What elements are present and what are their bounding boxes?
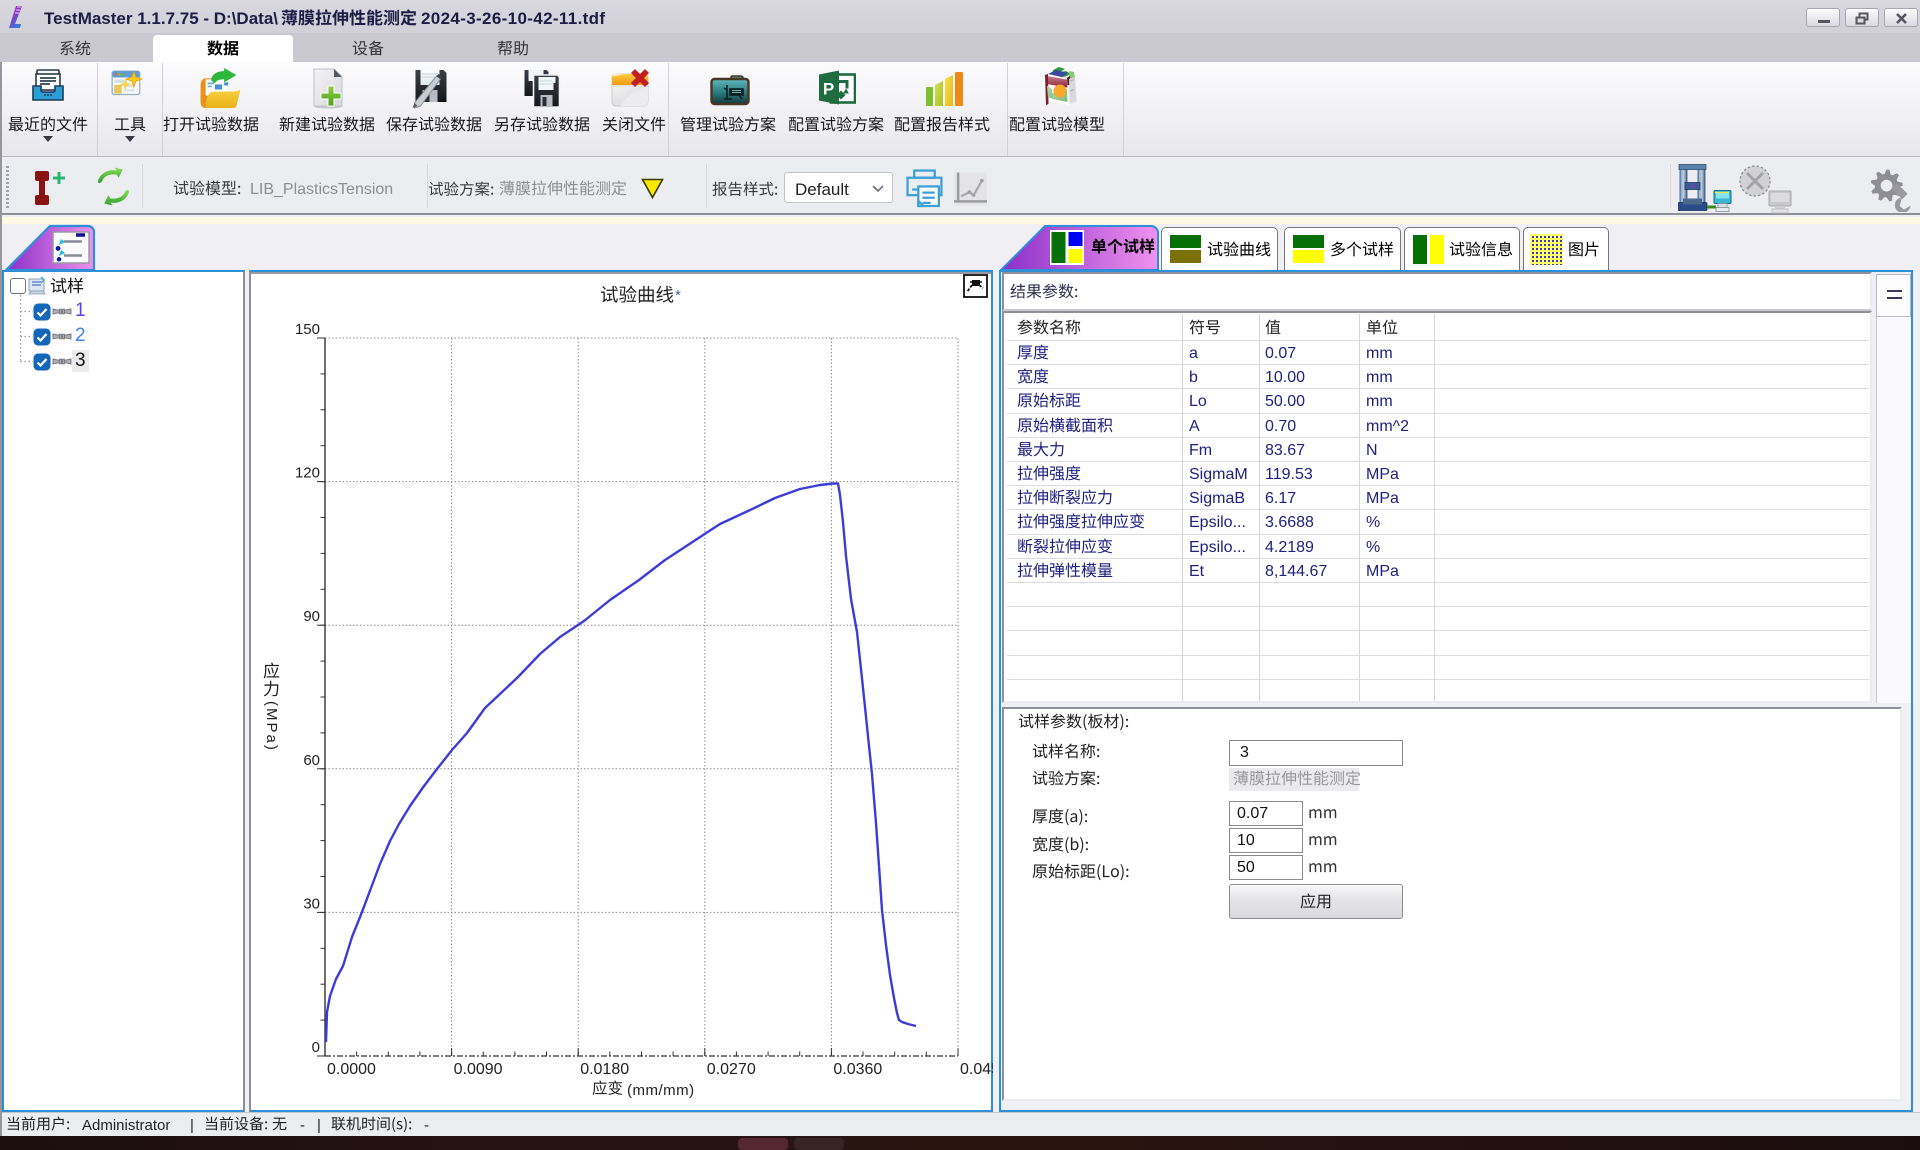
svg-text:0.045: 0.045	[960, 1061, 993, 1078]
svg-text:P: P	[823, 80, 834, 99]
svg-text:0: 0	[312, 1039, 320, 1056]
svg-text:0.0270: 0.0270	[707, 1061, 756, 1078]
svg-text:120: 120	[295, 465, 320, 482]
svg-text:60: 60	[303, 752, 320, 769]
svg-text:0.0180: 0.0180	[580, 1061, 629, 1078]
svg-text:90: 90	[303, 608, 320, 625]
svg-text:0.0360: 0.0360	[833, 1061, 882, 1078]
svg-text:0.0000: 0.0000	[327, 1061, 376, 1078]
svg-text:30: 30	[303, 895, 320, 912]
svg-text:150: 150	[295, 321, 320, 338]
svg-text:0.0090: 0.0090	[454, 1061, 503, 1078]
